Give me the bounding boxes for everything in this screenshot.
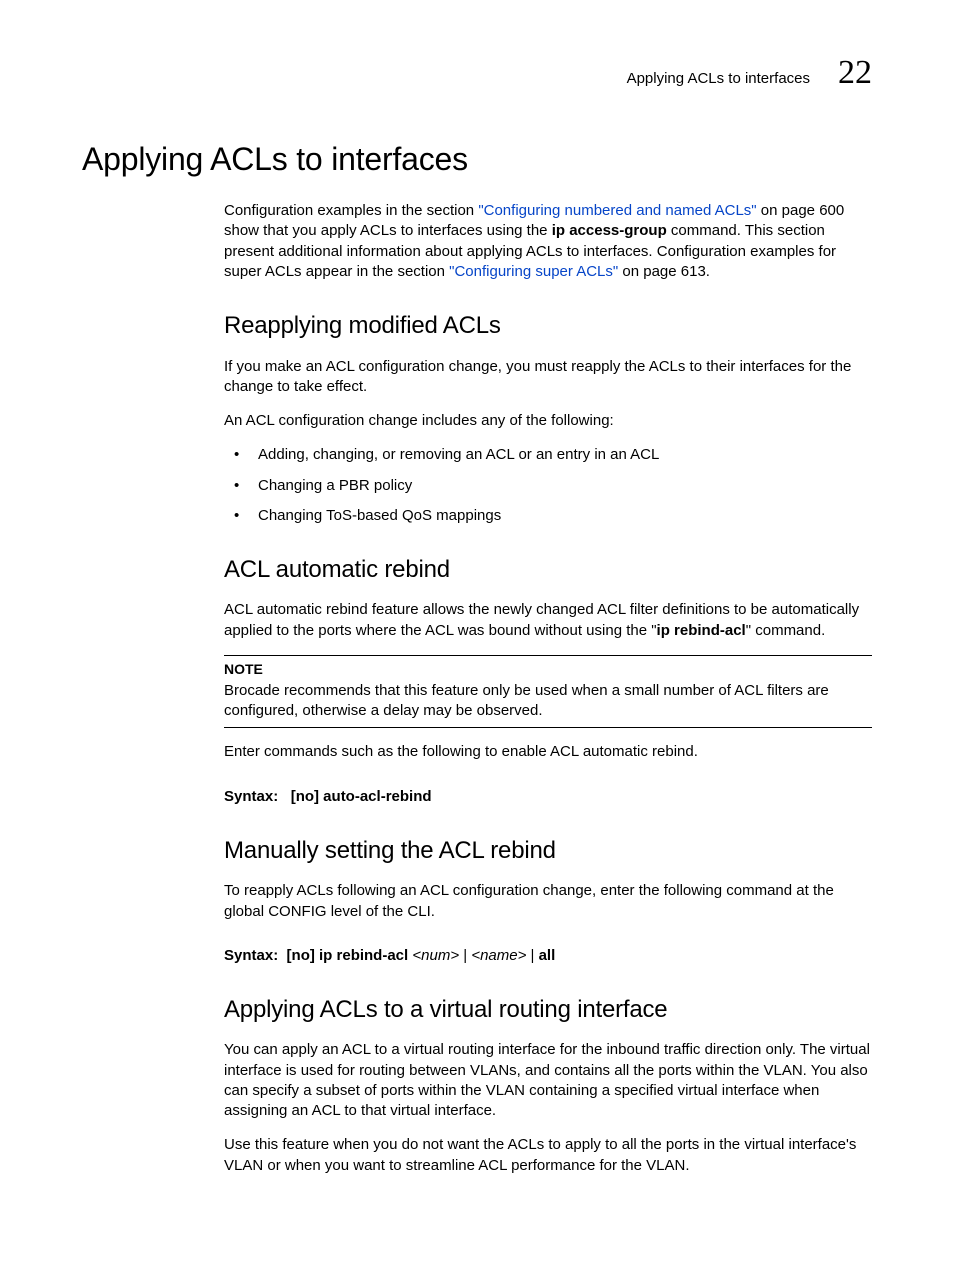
link-configuring-numbered[interactable]: "Configuring numbered and named ACLs": [478, 202, 756, 219]
body-text: An ACL configuration change includes any…: [224, 411, 872, 431]
list-item-text: Changing ToS-based QoS mappings: [258, 507, 501, 524]
syntax-all: all: [539, 947, 556, 964]
body-text: To reapply ACLs following an ACL configu…: [224, 881, 872, 922]
body-text: ACL automatic rebind feature allows the …: [224, 600, 872, 641]
syntax-arg-name: <name>: [471, 947, 526, 964]
command-ip-rebind-acl: ip rebind-acl: [657, 622, 746, 639]
intro-paragraph: Configuration examples in the section "C…: [224, 201, 872, 282]
heading-reapplying: Reapplying modified ACLs: [224, 310, 872, 342]
link-configuring-super[interactable]: "Configuring super ACLs": [449, 263, 618, 280]
note-box: NOTE Brocade recommends that this featur…: [224, 655, 872, 728]
intro-text: on page 613.: [618, 263, 710, 280]
syntax-sep: |: [459, 947, 471, 964]
syntax-sep: |: [526, 947, 538, 964]
syntax-arg-num: <num>: [412, 947, 459, 964]
note-body: Brocade recommends that this feature onl…: [224, 681, 872, 722]
heading-virtual-routing: Applying ACLs to a virtual routing inter…: [224, 994, 872, 1026]
body-text: Use this feature when you do not want th…: [224, 1135, 872, 1176]
heading-auto-rebind: ACL automatic rebind: [224, 554, 872, 586]
syntax-body: [no] auto-acl-rebind: [291, 788, 432, 805]
chapter-number: 22: [838, 56, 872, 90]
syntax-line: Syntax: [no] auto-acl-rebind: [224, 787, 872, 807]
list-item: Changing a PBR policy: [224, 476, 872, 496]
body-text: If you make an ACL configuration change,…: [224, 357, 872, 398]
syntax-label: Syntax:: [224, 788, 278, 805]
body-text: " command.: [746, 622, 826, 639]
list-item: Changing ToS-based QoS mappings: [224, 506, 872, 526]
page-title: Applying ACLs to interfaces: [82, 138, 872, 181]
intro-text: Configuration examples in the section: [224, 202, 478, 219]
running-title: Applying ACLs to interfaces: [627, 69, 810, 89]
list-item-text: Adding, changing, or removing an ACL or …: [258, 446, 659, 463]
body-text: Enter commands such as the following to …: [224, 742, 872, 762]
syntax-prefix: [no] ip rebind-acl: [287, 947, 413, 964]
note-label: NOTE: [224, 660, 872, 679]
syntax-line: Syntax: [no] ip rebind-acl <num> | <name…: [224, 946, 872, 966]
body-content: Configuration examples in the section "C…: [224, 201, 872, 1176]
list-item: Adding, changing, or removing an ACL or …: [224, 445, 872, 465]
bullet-list: Adding, changing, or removing an ACL or …: [224, 445, 872, 526]
list-item-text: Changing a PBR policy: [258, 477, 412, 494]
heading-manual-rebind: Manually setting the ACL rebind: [224, 835, 872, 867]
body-text: You can apply an ACL to a virtual routin…: [224, 1040, 872, 1121]
command-ip-access-group: ip access-group: [552, 222, 667, 239]
syntax-label: Syntax:: [224, 947, 278, 964]
page: Applying ACLs to interfaces 22 Applying …: [0, 0, 954, 1270]
running-header: Applying ACLs to interfaces 22: [82, 56, 872, 90]
